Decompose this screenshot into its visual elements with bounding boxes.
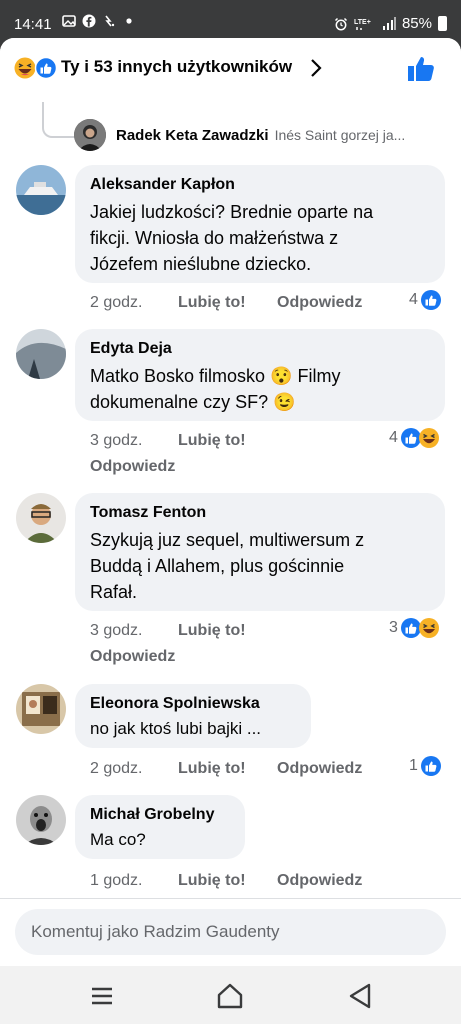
- comment-bubble[interactable]: Tomasz Fenton Szykują juz sequel, multiw…: [75, 493, 445, 611]
- reply-button[interactable]: Odpowiedz: [277, 294, 362, 312]
- avatar[interactable]: [16, 684, 66, 734]
- reply-button[interactable]: Odpowiedz: [90, 648, 175, 666]
- comment-line: Szykują juz sequel, multiwersum z: [90, 530, 365, 550]
- like-icon: [400, 428, 421, 448]
- reaction-count-number: 4: [409, 291, 418, 308]
- reaction-count-number: 4: [389, 429, 398, 446]
- back-icon[interactable]: [345, 981, 375, 1011]
- haha-emoji-icon: [418, 428, 439, 448]
- facebook-icon: [82, 14, 96, 28]
- gallery-icon: [62, 15, 76, 27]
- comment-line: Jakiej ludzkości? Brednie oparte na: [90, 202, 374, 222]
- comment-author[interactable]: Aleksander Kapłon: [90, 175, 430, 195]
- avatar[interactable]: [16, 329, 66, 379]
- comment-bubble[interactable]: Eleonora Spolniewska no jak ktoś lubi ba…: [75, 684, 311, 748]
- reply-thread-line: [42, 102, 74, 138]
- comment-line: dokumenalne czy SF? 😉: [90, 392, 296, 412]
- comment-time: 2 godz.: [90, 294, 143, 311]
- status-bar: 14:41 LTE+ 85%: [0, 0, 461, 38]
- comment-text: Matko Bosko filmosko 😯 Filmy dokumenalne…: [90, 363, 430, 415]
- reactions-summary: Ty i 53 innych użytkowników: [61, 57, 293, 76]
- dot-icon: [126, 18, 132, 24]
- comment-bubble[interactable]: Aleksander Kapłon Jakiej ludzkości? Bred…: [75, 165, 445, 283]
- status-notification-icons: [62, 14, 136, 28]
- comment-line: Józefem nieślubne dziecko.: [90, 254, 312, 274]
- comment-bubble[interactable]: Michał Grobelny Ma co?: [75, 795, 245, 859]
- like-button[interactable]: Lubię to!: [178, 760, 246, 778]
- like-button[interactable]: Lubię to!: [178, 294, 246, 312]
- comment-input-bar: Komentuj jako Radzim Gaudenty: [0, 898, 461, 966]
- battery-icon: [438, 16, 447, 31]
- comments-sheet: Ty i 53 innych użytkowników Radek Keta Z…: [0, 38, 461, 966]
- comment-author[interactable]: Michał Grobelny: [90, 805, 230, 825]
- reaction-count[interactable]: 1: [409, 756, 441, 776]
- comment-input[interactable]: Komentuj jako Radzim Gaudenty: [15, 909, 446, 955]
- like-icon: [420, 290, 441, 310]
- previous-reply-row[interactable]: Radek Keta Zawadzki Inés Saint gorzej ja…: [74, 119, 405, 151]
- haha-emoji-icon: [14, 57, 36, 79]
- reaction-count[interactable]: 3: [389, 618, 439, 638]
- status-system-icons: LTE+ 85%: [334, 15, 447, 32]
- comment-line: Matko Bosko filmosko 😯 Filmy: [90, 366, 341, 386]
- avatar[interactable]: [16, 493, 66, 543]
- comment-time: 2 godz.: [90, 760, 143, 777]
- comment-time: 3 godz.: [90, 622, 143, 639]
- like-button[interactable]: Lubię to!: [178, 432, 246, 450]
- battery-percent: 85%: [401, 15, 432, 32]
- system-nav-bar: [0, 966, 461, 1024]
- comment-text: Szykują juz sequel, multiwersum z Buddą …: [90, 527, 430, 605]
- avatar[interactable]: [74, 119, 106, 151]
- comment-author[interactable]: Edyta Deja: [90, 339, 430, 359]
- chevron-right-icon: [311, 59, 322, 77]
- avatar[interactable]: [16, 795, 66, 845]
- like-icon: [34, 57, 58, 79]
- comment-time: 3 godz.: [90, 432, 143, 449]
- comment-bubble[interactable]: Edyta Deja Matko Bosko filmosko 😯 Filmy …: [75, 329, 445, 421]
- reply-author[interactable]: Radek Keta Zawadzki: [116, 127, 269, 144]
- comment-line: fikcji. Wniosła do małżeństwa z: [90, 228, 339, 248]
- like-icon: [400, 618, 421, 638]
- comment-time: 1 godz.: [90, 872, 143, 889]
- svg-text:LTE+: LTE+: [354, 19, 371, 26]
- like-icon: [420, 756, 441, 776]
- avatar[interactable]: [16, 165, 66, 215]
- comment-line: Ma co?: [90, 830, 146, 849]
- reaction-count-number: 3: [389, 619, 398, 636]
- menu-icon[interactable]: [87, 981, 117, 1011]
- reaction-count-number: 1: [409, 757, 418, 774]
- comment-text: Ma co?: [90, 829, 230, 851]
- comment-author[interactable]: Eleonora Spolniewska: [90, 694, 296, 714]
- alarm-icon: [334, 17, 347, 30]
- home-icon[interactable]: [215, 981, 245, 1011]
- reply-button[interactable]: Odpowiedz: [277, 760, 362, 778]
- thumbs-up-icon[interactable]: [407, 54, 437, 82]
- comment-line: Rafał.: [90, 582, 138, 602]
- like-button[interactable]: Lubię to!: [178, 622, 246, 640]
- reply-button[interactable]: Odpowiedz: [90, 458, 175, 476]
- comment-line: no jak ktoś lubi bajki ...: [90, 719, 262, 738]
- comment-text: Jakiej ludzkości? Brednie oparte na fikc…: [90, 199, 430, 277]
- reaction-emojis: [14, 57, 58, 79]
- haha-emoji-icon: [418, 618, 439, 638]
- reaction-count[interactable]: 4: [409, 290, 441, 310]
- comment-author[interactable]: Tomasz Fenton: [90, 503, 430, 523]
- reactions-header[interactable]: Ty i 53 innych użytkowników: [0, 38, 461, 96]
- signal-icon: [382, 16, 396, 30]
- reaction-count[interactable]: 4: [389, 428, 439, 448]
- status-time: 14:41: [14, 16, 52, 33]
- comment-text: no jak ktoś lubi bajki ...: [90, 718, 296, 740]
- vibrate-icon: [105, 15, 115, 27]
- comment-line: Buddą i Allahem, plus gościnnie: [90, 556, 345, 576]
- network-icon: LTE+: [354, 19, 371, 30]
- reply-preview: Inés Saint gorzej ja...: [274, 127, 406, 143]
- reply-button[interactable]: Odpowiedz: [277, 872, 362, 890]
- like-button[interactable]: Lubię to!: [178, 872, 246, 890]
